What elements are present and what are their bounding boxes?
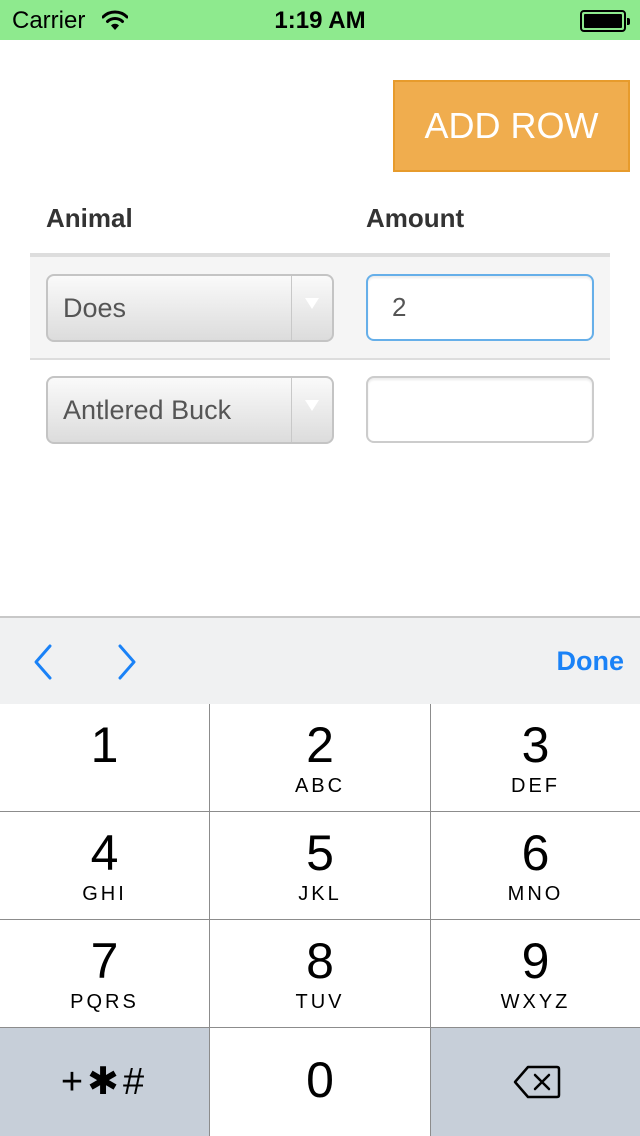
delete-key[interactable]: [431, 1028, 640, 1136]
table-row: Does 2: [30, 257, 610, 358]
key-6[interactable]: 6 MNO: [431, 812, 640, 919]
number-keypad: 1 2 ABC 3 DEF 4 GHI 5 JKL 6 MNO 7 PQRS 8…: [0, 704, 640, 1136]
previous-field-chevron-icon[interactable]: [28, 642, 58, 682]
key-3[interactable]: 3 DEF: [431, 704, 640, 811]
key-0[interactable]: 0: [210, 1028, 430, 1136]
key-1[interactable]: 1: [0, 704, 209, 811]
amount-input-value: 2: [392, 292, 407, 322]
key-2[interactable]: 2 ABC: [210, 704, 430, 811]
dropdown-caret-icon: [305, 298, 319, 309]
key-9[interactable]: 9 WXYZ: [431, 920, 640, 1027]
animal-select-value: Does: [63, 292, 127, 323]
status-bar: Carrier 1:19 AM: [0, 0, 640, 40]
backspace-icon: [513, 1065, 561, 1099]
symbols-key[interactable]: +✱#: [0, 1028, 209, 1136]
animal-select-value: Antlered Buck: [63, 394, 232, 425]
animal-select[interactable]: Antlered Buck: [46, 376, 334, 444]
animal-select[interactable]: Does: [46, 274, 334, 342]
dropdown-caret-icon: [305, 400, 319, 411]
table-row: Antlered Buck: [30, 360, 610, 461]
amount-input[interactable]: [366, 376, 594, 443]
key-5[interactable]: 5 JKL: [210, 812, 430, 919]
amount-input[interactable]: 2: [366, 274, 594, 341]
key-7[interactable]: 7 PQRS: [0, 920, 209, 1027]
next-field-chevron-icon[interactable]: [112, 642, 142, 682]
key-8[interactable]: 8 TUV: [210, 920, 430, 1027]
key-4[interactable]: 4 GHI: [0, 812, 209, 919]
done-button[interactable]: Done: [557, 646, 625, 677]
symbols-key-label: +✱#: [60, 1061, 149, 1103]
keyboard-accessory-toolbar: Done: [0, 616, 640, 704]
clock: 1:19 AM: [274, 7, 366, 34]
app-screen: Carrier 1:19 AM ADD ROW Animal Amount Do…: [0, 0, 640, 1136]
add-row-button[interactable]: ADD ROW: [393, 80, 630, 172]
column-header-amount: Amount: [366, 203, 465, 233]
battery-icon: [580, 10, 630, 32]
column-header-animal: Animal: [46, 203, 133, 233]
